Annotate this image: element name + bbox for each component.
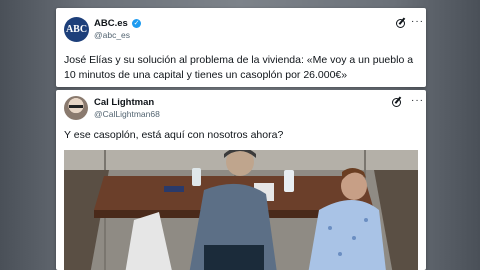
author-handle[interactable]: @CalLightman68 [94, 109, 160, 119]
verified-badge-icon: ✓ [132, 19, 141, 28]
tweet-card-abc[interactable]: ABC ABC.es ✓ @abc_es ··· José Elías y su… [56, 8, 426, 87]
avatar-cal[interactable] [64, 96, 88, 120]
more-options-icon[interactable]: ··· [411, 95, 424, 106]
grok-icon[interactable] [392, 98, 401, 107]
tweet-media-image[interactable] [64, 150, 418, 270]
tweet-card-cal[interactable]: Cal Lightman @CalLightman68 ··· Y ese ca… [56, 90, 426, 270]
tweet-text: José Elías y su solución al problema de … [64, 54, 414, 81]
avatar-abc[interactable]: ABC [64, 17, 89, 42]
more-options-icon[interactable]: ··· [411, 16, 424, 27]
author-name[interactable]: ABC.es [94, 18, 128, 29]
grok-icon[interactable] [396, 19, 405, 28]
author-name[interactable]: Cal Lightman [94, 97, 154, 108]
interrogation-room-scene [64, 150, 418, 270]
tweet-text: Y ese casoplón, está aquí con nosotros a… [64, 129, 284, 141]
author-handle[interactable]: @abc_es [94, 30, 130, 40]
